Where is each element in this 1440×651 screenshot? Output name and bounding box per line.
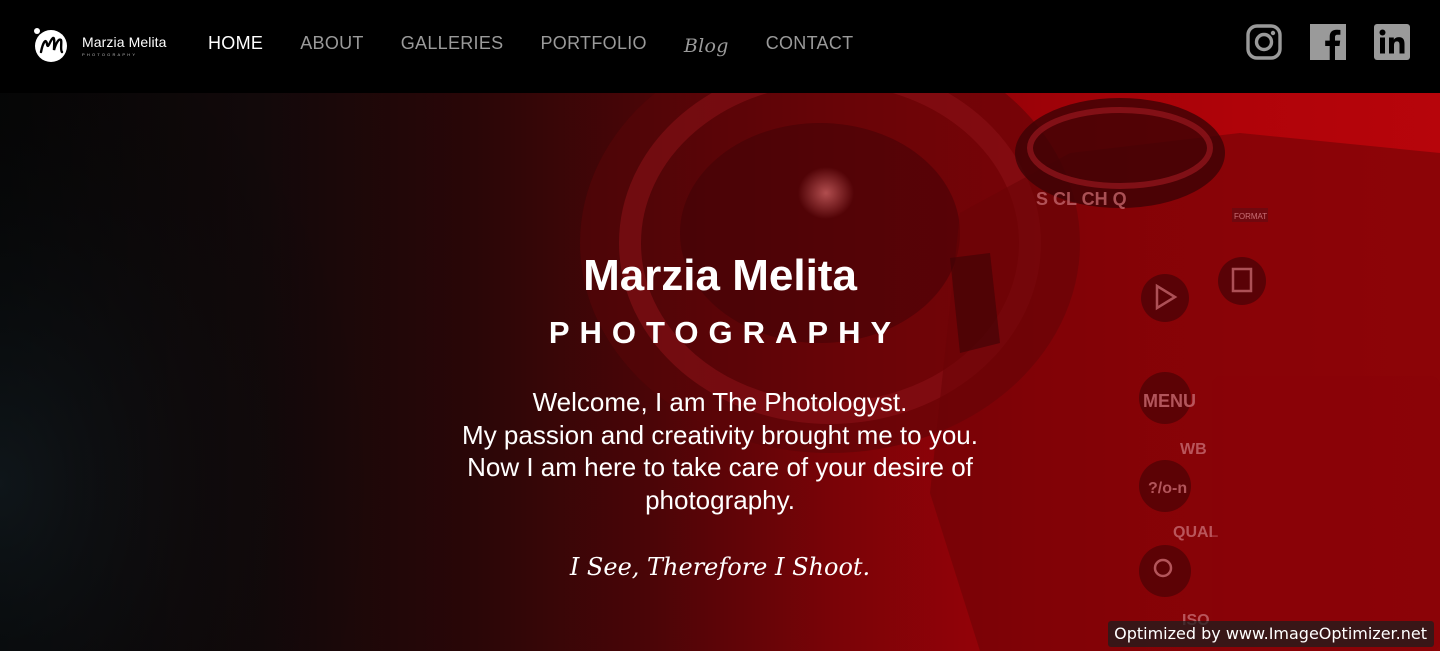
nav-galleries[interactable]: GALLERIES bbox=[401, 33, 504, 54]
nav-home[interactable]: HOME bbox=[208, 33, 263, 54]
hero-line: Now I am here to take care of your desir… bbox=[467, 452, 973, 482]
nav-portfolio[interactable]: PORTFOLIO bbox=[540, 33, 646, 54]
facebook-icon[interactable] bbox=[1310, 24, 1346, 60]
hero-line: My passion and creativity brought me to … bbox=[462, 419, 978, 450]
hero-line: photography. bbox=[645, 484, 795, 515]
hero-welcome-text: Welcome, I am The Photologyst. My passio… bbox=[420, 386, 1020, 516]
logo-text: Marzia Melita PHOTOGRAPHY bbox=[82, 34, 167, 57]
logo-name: Marzia Melita bbox=[82, 33, 167, 50]
hero-section: S CL CH Q FORMAT MENU WB ?/o-n QUAL ISO … bbox=[0, 93, 1440, 651]
hero-subtitle: PHOTOGRAPHY bbox=[548, 315, 902, 350]
hero-line: Welcome, I am The Photologyst. bbox=[532, 387, 908, 417]
instagram-icon[interactable] bbox=[1246, 24, 1282, 60]
brand-logo[interactable]: Marzia Melita PHOTOGRAPHY bbox=[32, 26, 167, 64]
nav-about[interactable]: ABOUT bbox=[300, 33, 364, 54]
logo-mark-icon bbox=[32, 26, 70, 64]
social-links bbox=[1218, 24, 1410, 60]
top-navbar: Marzia Melita PHOTOGRAPHY HOME ABOUT GAL… bbox=[0, 0, 1440, 93]
hero-content: Marzia Melita PHOTOGRAPHY Welcome, I am … bbox=[0, 93, 1440, 651]
linkedin-icon[interactable] bbox=[1374, 24, 1410, 60]
logo-sub: PHOTOGRAPHY bbox=[82, 51, 138, 57]
main-menu: HOME ABOUT GALLERIES PORTFOLIO Blog CONT… bbox=[208, 0, 890, 86]
nav-contact[interactable]: CONTACT bbox=[766, 33, 854, 54]
hero-motto: I See, Therefore I Shoot. bbox=[569, 553, 871, 581]
optimizer-watermark: Optimized by www.ImageOptimizer.net bbox=[1108, 621, 1434, 647]
nav-blog[interactable]: Blog bbox=[684, 35, 729, 57]
hero-title: Marzia Melita bbox=[583, 251, 857, 300]
